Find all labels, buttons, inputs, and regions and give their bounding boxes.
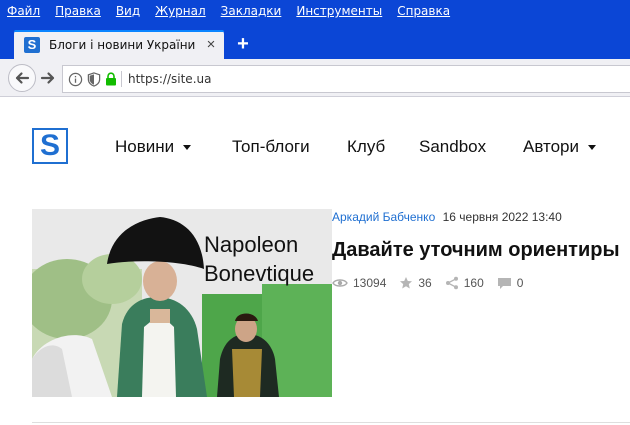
nav-top-blogs[interactable]: Топ-блоги bbox=[232, 137, 310, 157]
site-logo[interactable]: S bbox=[32, 128, 68, 164]
shares-count: 160 bbox=[463, 276, 484, 290]
favorites-count: 36 bbox=[418, 276, 432, 290]
article-meta: Аркадий Бабченко 16 червня 2022 13:40 bbox=[332, 210, 562, 224]
image-caption-line-2: Bonevtique bbox=[204, 261, 315, 286]
menu-bookmarks[interactable]: Закладки bbox=[214, 4, 290, 18]
post-date: 16 червня 2022 13:40 bbox=[442, 210, 562, 224]
article-image[interactable]: Napoleon Bonevtique bbox=[32, 209, 332, 397]
nav-authors-label: Автори bbox=[523, 137, 579, 156]
article-stats: 13094 36 160 0 bbox=[332, 276, 536, 290]
back-button[interactable] bbox=[8, 64, 36, 92]
caret-down-icon bbox=[183, 145, 192, 150]
article-title[interactable]: Давайте уточним ориентиры bbox=[332, 239, 620, 262]
arrow-right-icon bbox=[40, 72, 55, 84]
menu-file[interactable]: Файл bbox=[0, 4, 48, 18]
comments-stat[interactable]: 0 bbox=[497, 276, 524, 290]
nav-news[interactable]: Новини bbox=[115, 137, 192, 157]
menu-edit[interactable]: Правка bbox=[48, 4, 109, 18]
navigation-toolbar: https://site.ua bbox=[0, 59, 630, 97]
tab-strip: S Блоги і новини України - site... × + bbox=[0, 22, 630, 59]
site-favicon-icon: S bbox=[24, 36, 40, 53]
comments-count: 0 bbox=[516, 276, 524, 290]
content-divider bbox=[32, 422, 630, 423]
star-icon bbox=[400, 277, 413, 289]
menu-bar: Файл Правка Вид Журнал Закладки Инструме… bbox=[0, 0, 630, 22]
eye-icon bbox=[332, 279, 348, 287]
tab-close-icon[interactable]: × bbox=[203, 36, 219, 53]
image-caption: Napoleon Bonevtique bbox=[204, 230, 314, 288]
url-text[interactable]: https://site.ua bbox=[128, 72, 211, 86]
address-bar[interactable]: https://site.ua bbox=[62, 65, 630, 93]
nav-top-blogs-label: Топ-блоги bbox=[232, 137, 310, 156]
padlock-icon[interactable] bbox=[105, 72, 117, 86]
comment-icon bbox=[497, 277, 511, 289]
image-caption-line-1: Napoleon bbox=[204, 232, 299, 257]
site-logo-letter: S bbox=[39, 129, 60, 162]
menu-view[interactable]: Вид bbox=[109, 4, 148, 18]
tab-title: Блоги і новини України - site... bbox=[49, 37, 199, 52]
shares-stat[interactable]: 160 bbox=[445, 276, 484, 290]
arrow-left-icon bbox=[15, 72, 30, 84]
url-separator bbox=[121, 71, 122, 87]
forward-button[interactable] bbox=[36, 66, 60, 90]
views-count: 13094 bbox=[353, 276, 387, 290]
nav-club[interactable]: Клуб bbox=[347, 137, 385, 157]
nav-sandbox-label: Sandbox bbox=[419, 137, 487, 156]
menu-tools[interactable]: Инструменты bbox=[289, 4, 390, 18]
views-stat: 13094 bbox=[332, 276, 386, 290]
menu-history[interactable]: Журнал bbox=[148, 4, 214, 18]
nav-club-label: Клуб bbox=[347, 137, 386, 156]
nav-sandbox[interactable]: Sandbox bbox=[419, 137, 486, 157]
new-tab-button[interactable]: + bbox=[233, 34, 253, 54]
share-icon bbox=[445, 276, 458, 290]
tab-active[interactable]: S Блоги і новини України - site... × bbox=[14, 30, 224, 59]
tracking-shield-icon[interactable] bbox=[87, 71, 101, 87]
nav-authors[interactable]: Автори bbox=[523, 137, 596, 157]
nav-news-label: Новини bbox=[115, 137, 175, 156]
caret-down-icon bbox=[588, 145, 596, 150]
info-icon[interactable] bbox=[68, 72, 83, 87]
author-link[interactable]: Аркадий Бабченко bbox=[332, 210, 435, 224]
favorites-stat[interactable]: 36 bbox=[399, 276, 432, 290]
menu-help[interactable]: Справка bbox=[390, 4, 458, 18]
